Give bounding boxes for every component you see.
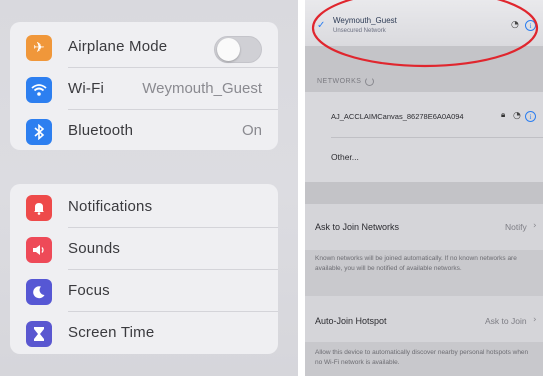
bluetooth-row[interactable]: Bluetooth On bbox=[10, 110, 278, 152]
sounds-label: Sounds bbox=[68, 240, 121, 257]
connected-network-row[interactable]: ✓ Weymouth_Guest Unsecured Network ◔ i bbox=[305, 0, 543, 46]
lock-icon: 🔒︎ bbox=[501, 110, 506, 119]
focus-row[interactable]: Focus bbox=[10, 270, 278, 312]
settings-sidebar-photo: ✈ Airplane Mode Wi-Fi Weymouth_Guest Blu… bbox=[0, 0, 298, 376]
wifi-signal-icon: ◔ bbox=[513, 111, 521, 121]
connectivity-group: ✈ Airplane Mode Wi-Fi Weymouth_Guest Blu… bbox=[10, 22, 278, 150]
section-gap bbox=[305, 182, 543, 204]
airplane-mode-label: Airplane Mode bbox=[68, 38, 168, 55]
network-name: AJ_ACCLAIMCanvas_86278E6A0A094 bbox=[331, 112, 464, 121]
bluetooth-glyph bbox=[34, 124, 45, 140]
networks-header: NETWORKS bbox=[317, 78, 362, 85]
auto-join-hotspot-value: Ask to Join bbox=[485, 316, 527, 326]
sounds-row[interactable]: Sounds bbox=[10, 228, 278, 270]
bluetooth-icon bbox=[26, 119, 52, 145]
auto-join-hotspot-label: Auto-Join Hotspot bbox=[315, 316, 387, 326]
moon-glyph bbox=[33, 286, 45, 299]
chevron-right-icon: › bbox=[533, 221, 537, 231]
auto-join-hotspot-row[interactable]: Auto-Join Hotspot Ask to Join › bbox=[305, 296, 543, 342]
notifications-label: Notifications bbox=[68, 198, 153, 215]
wifi-label: Wi-Fi bbox=[68, 80, 104, 97]
ask-to-join-note: Known networks will be joined automatica… bbox=[315, 255, 517, 272]
moon-icon bbox=[26, 279, 52, 305]
screen-time-row[interactable]: Screen Time bbox=[10, 312, 278, 354]
notifications-group: Notifications Sounds Focus Screen Time bbox=[10, 184, 278, 354]
ask-to-join-row[interactable]: Ask to Join Networks Notify › bbox=[305, 204, 543, 250]
airplane-mode-row[interactable]: ✈ Airplane Mode bbox=[10, 26, 278, 68]
focus-label: Focus bbox=[68, 282, 110, 299]
bluetooth-value: On bbox=[241, 122, 262, 139]
wifi-network-value: Weymouth_Guest bbox=[142, 80, 262, 97]
connected-network-status: Unsecured Network bbox=[333, 28, 386, 34]
connected-network-name: Weymouth_Guest bbox=[333, 16, 397, 25]
wifi-signal-icon: ◔ bbox=[511, 20, 519, 30]
airplane-icon: ✈ bbox=[26, 35, 52, 61]
bluetooth-label: Bluetooth bbox=[68, 122, 134, 139]
section-gap bbox=[305, 46, 543, 92]
toggle-knob bbox=[217, 38, 240, 61]
airplane-mode-toggle[interactable] bbox=[214, 36, 262, 63]
bell-glyph bbox=[34, 203, 44, 215]
speaker-glyph bbox=[33, 245, 44, 255]
info-icon[interactable]: i bbox=[525, 111, 536, 122]
hourglass-glyph bbox=[34, 327, 44, 341]
checkmark-icon: ✓ bbox=[317, 20, 326, 31]
loading-spinner-icon bbox=[365, 77, 374, 86]
other-network-label: Other... bbox=[331, 152, 359, 162]
hourglass-icon bbox=[26, 321, 52, 347]
info-icon[interactable]: i bbox=[525, 20, 536, 31]
speaker-icon bbox=[26, 237, 52, 263]
notifications-row[interactable]: Notifications bbox=[10, 186, 278, 228]
wifi-icon bbox=[26, 77, 52, 103]
wifi-row[interactable]: Wi-Fi Weymouth_Guest bbox=[10, 68, 278, 110]
ask-to-join-value: Notify bbox=[505, 222, 527, 232]
ask-to-join-label: Ask to Join Networks bbox=[315, 222, 400, 232]
auto-join-hotspot-note: Allow this device to automatically disco… bbox=[315, 349, 529, 366]
bell-icon bbox=[26, 195, 52, 221]
divider bbox=[331, 137, 543, 138]
wifi-glyph bbox=[31, 84, 47, 96]
networks-list: AJ_ACCLAIMCanvas_86278E6A0A094 🔒︎ ◔ i Ot… bbox=[305, 92, 543, 182]
chevron-right-icon: › bbox=[533, 315, 537, 325]
screen-time-label: Screen Time bbox=[68, 324, 155, 341]
wifi-networks-photo: ✓ Weymouth_Guest Unsecured Network ◔ i N… bbox=[305, 0, 543, 376]
